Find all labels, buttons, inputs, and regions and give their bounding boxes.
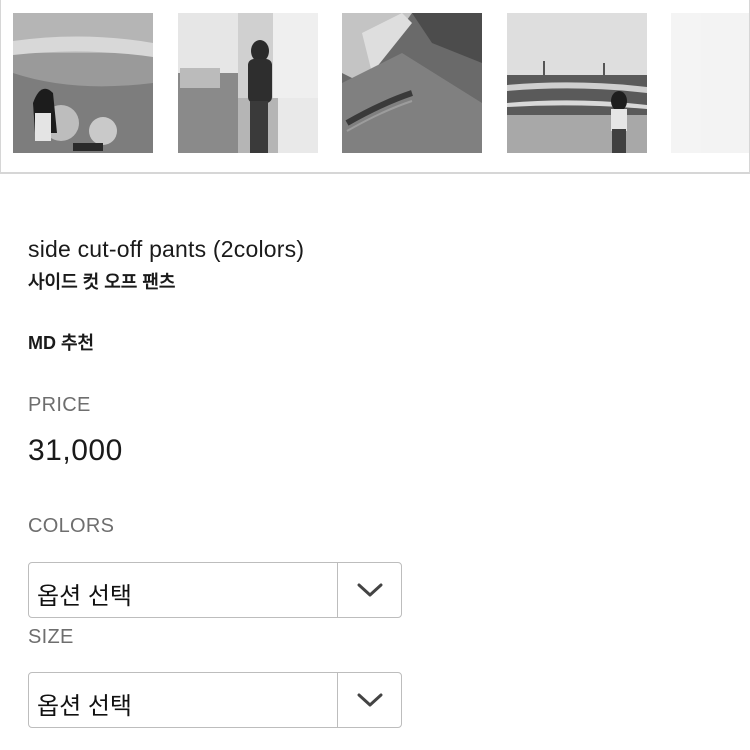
md-recommend-tag: MD 추천 [28,333,95,353]
product-title: side cut-off pants (2colors) [28,236,305,262]
size-select[interactable]: 옵션 선택 [28,672,402,728]
size-dropdown-button[interactable] [338,673,401,727]
store-photo-thumbnail [178,13,318,153]
size-label: SIZE [28,626,74,648]
colors-dropdown-button[interactable] [338,563,401,617]
size-select-value: 옵션 선택 [37,693,132,720]
product-page: side cut-off pants (2colors) 사이드 컷 오프 팬츠… [0,0,750,750]
price-label: PRICE [28,394,91,416]
chevron-down-icon [357,583,382,597]
thumbnail-5[interactable] [671,13,749,153]
beach-photo-thumbnail [13,13,153,153]
thumbnail-gallery [0,0,750,174]
sea-photo-thumbnail [507,13,647,153]
thumbnail-4[interactable] [507,13,647,153]
thumbnail-3[interactable] [342,13,482,153]
thumbnail-1[interactable] [13,13,153,153]
colors-select[interactable]: 옵션 선택 [28,562,402,618]
chevron-down-icon [357,693,382,707]
product-subtitle: 사이드 컷 오프 팬츠 [28,272,176,292]
colors-label: COLORS [28,515,115,537]
thumbnail-2[interactable] [178,13,318,153]
colors-select-value: 옵션 선택 [37,583,132,610]
empty-thumbnail [701,13,749,153]
price-value: 31,000 [28,434,123,467]
fabric-closeup-thumbnail [342,13,482,153]
